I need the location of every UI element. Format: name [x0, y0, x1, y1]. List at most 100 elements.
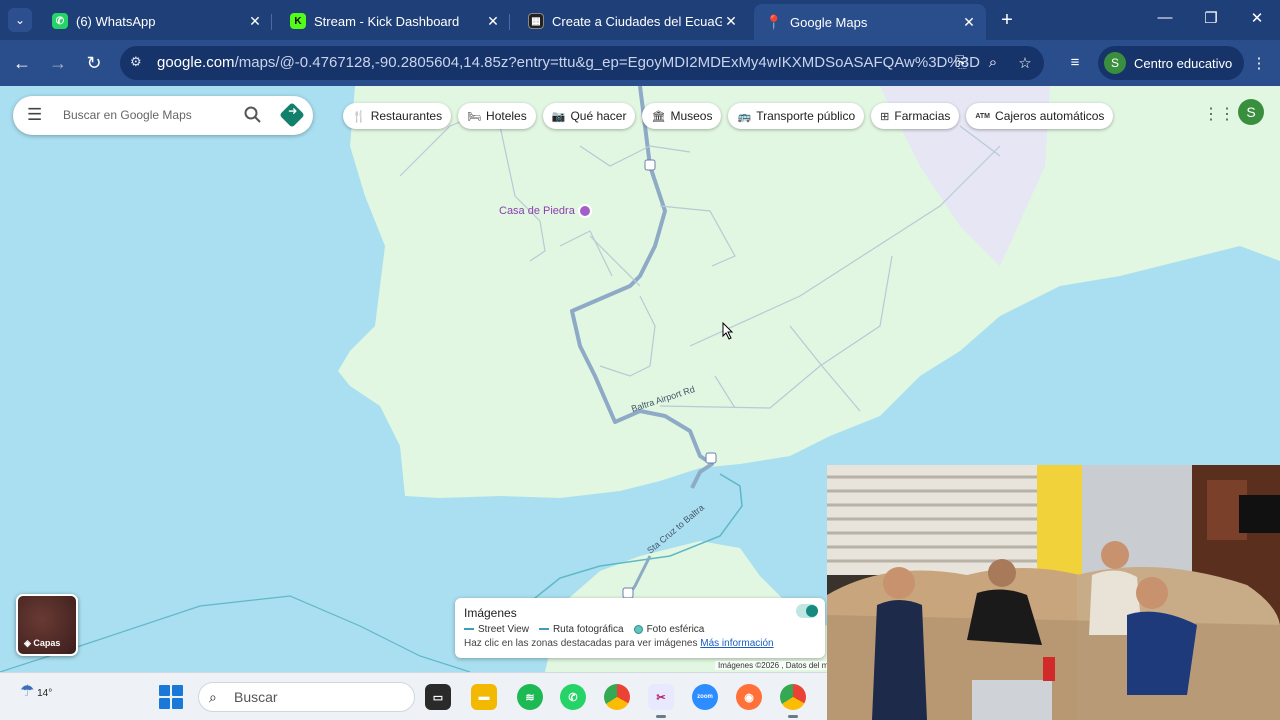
- menu-icon[interactable]: ☰: [27, 106, 45, 124]
- forward-icon[interactable]: →: [47, 52, 69, 74]
- map-attribution: Imágenes ©2026 , Datos del m: [715, 661, 832, 670]
- app-icon: ▦: [528, 13, 544, 29]
- chip-hoteles[interactable]: 🛏 Hoteles: [458, 103, 536, 129]
- tab-bar: ⌄ ✆ (6) WhatsApp ✕ K Stream - Kick Dashb…: [0, 0, 1280, 40]
- legend-street-view: Street View: [464, 624, 529, 635]
- avatar: S: [1104, 52, 1126, 74]
- imagery-panel: Imágenes Street View Ruta fotográfica Fo…: [455, 598, 825, 658]
- weather-widget[interactable]: ☂ 14°: [20, 681, 52, 701]
- chip-restaurantes[interactable]: 🍴 Restaurantes: [343, 103, 452, 129]
- more-menu-icon[interactable]: ⋮: [1250, 54, 1268, 72]
- close-tab-icon[interactable]: ✕: [722, 13, 740, 30]
- webcam-video: [827, 465, 1280, 720]
- kick-icon: K: [290, 13, 306, 29]
- imagery-note: Haz clic en las zonas destacadas para ve…: [464, 638, 774, 649]
- poi-casa-de-piedra[interactable]: Casa de Piedra: [499, 205, 575, 217]
- snipping-tool-icon[interactable]: ✂: [648, 684, 674, 718]
- url-host: google.com: [157, 54, 235, 71]
- account-avatar[interactable]: S: [1238, 99, 1264, 125]
- legend-foto-esferica: Foto esférica: [633, 624, 704, 635]
- route-shield: [644, 159, 656, 171]
- museum-icon: 🏛: [651, 110, 666, 123]
- route-shield: [622, 587, 634, 599]
- start-button[interactable]: [159, 685, 183, 709]
- chip-museos[interactable]: 🏛 Museos: [642, 103, 722, 129]
- site-info-icon[interactable]: ⚙: [130, 54, 146, 70]
- mouse-cursor-icon: [722, 322, 734, 340]
- search-input[interactable]: [63, 104, 233, 126]
- minimize-icon[interactable]: —: [1150, 9, 1180, 26]
- imagery-toggle[interactable]: [796, 604, 818, 618]
- firefox-icon[interactable]: ◉: [736, 684, 762, 710]
- camera-icon: 📷: [551, 110, 566, 123]
- whatsapp-icon[interactable]: ✆: [560, 684, 586, 710]
- close-window-icon[interactable]: ✕: [1242, 9, 1272, 27]
- directions-icon[interactable]: [279, 102, 305, 128]
- search-icon: ⌕: [209, 689, 217, 705]
- search-icon[interactable]: [243, 105, 263, 125]
- island-landmass: [338, 86, 1280, 498]
- google-maps-icon: 📍: [765, 13, 783, 30]
- spotify-icon[interactable]: ≋: [517, 684, 543, 710]
- chip-label: Qué hacer: [570, 109, 627, 123]
- zoom-icon[interactable]: zoom: [692, 684, 718, 710]
- webcam-overlay: [827, 465, 1280, 720]
- taskbar: ☂ 14° ⌕ ▭ ▬ ≋ ✆ ✂ zoom ◉: [0, 672, 827, 720]
- profile-button[interactable]: S Centro educativo: [1098, 46, 1245, 80]
- bed-icon: 🛏: [467, 110, 482, 123]
- chip-transporte-publico[interactable]: 🚌 Transporte público: [728, 103, 865, 129]
- more-info-link[interactable]: Más información: [700, 638, 773, 649]
- tab-whatsapp[interactable]: ✆ (6) WhatsApp ✕: [40, 6, 272, 36]
- tab-title: Google Maps: [790, 14, 868, 30]
- museum-pin-icon[interactable]: [578, 204, 592, 218]
- layers-button[interactable]: ◈ Capas: [16, 594, 78, 656]
- chip-farmacias[interactable]: ⊞ Farmacias: [871, 103, 960, 129]
- address-bar[interactable]: ⚙ google.com/maps/@-0.4767128,-90.280560…: [120, 46, 1044, 80]
- chip-cajeros[interactable]: ATM Cajeros automáticos: [966, 103, 1114, 129]
- chrome-icon[interactable]: [604, 684, 630, 710]
- new-tab-button[interactable]: +: [996, 9, 1018, 32]
- maps-search-box: ☰: [13, 96, 313, 135]
- chip-label: Transporte público: [756, 109, 856, 123]
- chip-que-hacer[interactable]: 📷 Qué hacer: [542, 103, 636, 129]
- tab-title: (6) WhatsApp: [76, 13, 156, 29]
- taskbar-search-input[interactable]: [234, 689, 404, 705]
- route-shield: [705, 452, 717, 464]
- close-tab-icon[interactable]: ✕: [484, 13, 502, 30]
- temperature: 14°: [37, 688, 53, 699]
- close-tab-icon[interactable]: ✕: [246, 13, 264, 30]
- chip-label: Farmacias: [894, 109, 951, 123]
- google-apps-icon[interactable]: ⋮⋮⋮: [1203, 104, 1251, 124]
- restore-icon[interactable]: ❐: [1196, 9, 1226, 27]
- atm-icon: ATM: [975, 112, 991, 120]
- layers-label: ◈ Capas: [24, 638, 61, 648]
- file-explorer-icon[interactable]: ▬: [471, 684, 497, 710]
- close-tab-icon[interactable]: ✕: [960, 14, 978, 31]
- bus-icon: 🚌: [737, 110, 752, 123]
- chrome-profile-icon[interactable]: [780, 684, 806, 718]
- tab-google-maps[interactable]: 📍 Google Maps ✕: [754, 4, 986, 40]
- reload-icon[interactable]: ↻: [83, 52, 105, 74]
- fork-knife-icon: 🍴: [352, 110, 366, 123]
- pharmacy-icon: ⊞: [880, 110, 890, 123]
- media-controls-icon[interactable]: ≡: [1066, 54, 1084, 71]
- weather-icon: ☂: [20, 683, 35, 700]
- tab-kick-dashboard[interactable]: K Stream - Kick Dashboard ✕: [278, 6, 510, 36]
- tab-create-ciudades[interactable]: ▦ Create a Ciudades del EcuaGOD ✕: [516, 6, 748, 36]
- tab-title: Stream - Kick Dashboard: [314, 13, 460, 29]
- zoom-icon[interactable]: ⌕: [984, 54, 1002, 71]
- browser-toolbar: ← → ↻ ⚙ google.com/maps/@-0.4767128,-90.…: [0, 40, 1280, 86]
- install-app-icon[interactable]: ⎘: [952, 54, 970, 71]
- chip-label: Restaurantes: [370, 109, 443, 123]
- back-icon[interactable]: ←: [11, 52, 33, 74]
- bookmark-star-icon[interactable]: ☆: [1016, 54, 1034, 72]
- profile-name: Centro educativo: [1134, 55, 1233, 71]
- task-view-icon[interactable]: ▭: [425, 684, 451, 710]
- legend-ruta-fotografica: Ruta fotográfica: [538, 624, 624, 635]
- url-path: /maps/@-0.4767128,-90.2805604,14.85z?ent…: [234, 54, 980, 71]
- whatsapp-icon: ✆: [52, 13, 68, 29]
- tab-title: Create a Ciudades del EcuaGOD: [552, 13, 722, 29]
- url-text[interactable]: google.com/maps/@-0.4767128,-90.2805604,…: [157, 54, 980, 71]
- tab-search-button[interactable]: ⌄: [8, 8, 32, 32]
- taskbar-search[interactable]: ⌕: [198, 682, 415, 712]
